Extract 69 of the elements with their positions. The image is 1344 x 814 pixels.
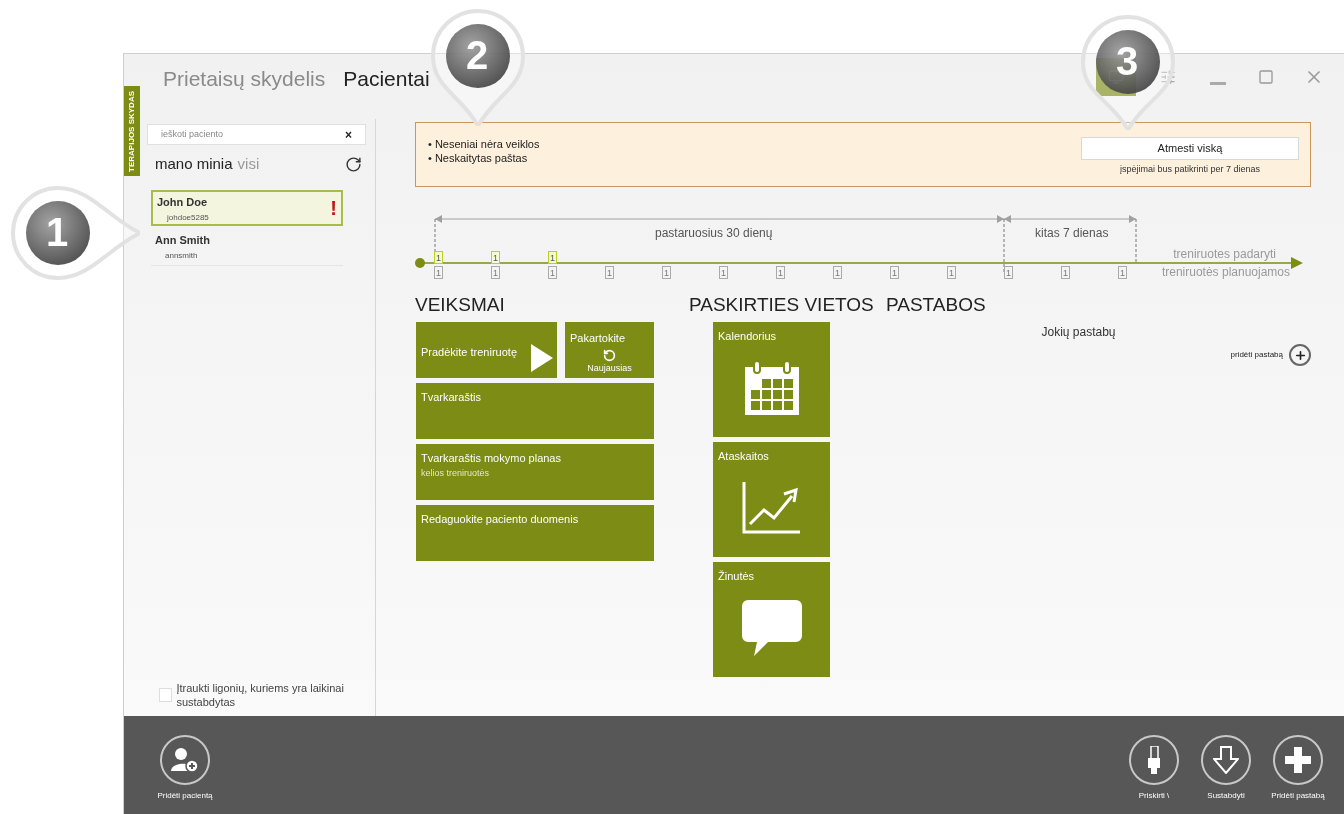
- speech-bubble-icon: [741, 599, 802, 656]
- maximize-icon: [1258, 69, 1274, 85]
- planned-count: 1: [491, 266, 500, 279]
- action-tile[interactable]: Redaguokite paciento duomenis: [416, 505, 654, 561]
- alert-item: • Neseniai nėra veiklos: [428, 137, 540, 151]
- app-bar-button[interactable]: Priskirti \: [1118, 735, 1190, 814]
- patient-name: John Doe: [157, 194, 208, 210]
- add-note-button[interactable]: [1289, 344, 1311, 366]
- done-count: 1: [548, 251, 557, 264]
- checkbox-label: Įtraukti ligonių, kuriems yra laikinai sustabdytas: [176, 681, 345, 709]
- refresh-icon[interactable]: [345, 155, 362, 173]
- minimize-icon: [1210, 81, 1226, 85]
- planned-count: 1: [833, 266, 842, 279]
- action-tile[interactable]: Pakartokite Naujausias: [565, 322, 654, 378]
- legend-label: treniruotės planuojamos: [1161, 264, 1290, 281]
- plus-icon: [1293, 348, 1307, 362]
- planned-count: 1: [1004, 266, 1013, 279]
- destination-tile[interactable]: Žinutės: [713, 562, 830, 677]
- action-tile[interactable]: Pradėkite treniruotę: [416, 322, 557, 378]
- add-note-label: pridėti pastabą: [1230, 349, 1283, 361]
- planned-count: 1: [662, 266, 671, 279]
- patient-item[interactable]: Ann Smith annsmith: [151, 229, 343, 266]
- alert-note: įspėjimai bus patikrinti per 7 dienas: [1119, 163, 1261, 176]
- planned-count: 1: [434, 266, 443, 279]
- settings-icon: [1160, 69, 1176, 85]
- down-arrow-icon: [1213, 746, 1239, 774]
- planned-count: 1: [1118, 266, 1127, 279]
- hand-card-icon: [1146, 746, 1162, 774]
- clear-search-button[interactable]: ×: [345, 128, 352, 141]
- add-user-icon: [171, 747, 199, 773]
- app-bar-button[interactable]: Pridėti pacientą: [149, 735, 221, 814]
- planned-count: 1: [947, 266, 956, 279]
- filter-tab[interactable]: mano minia: [155, 153, 233, 176]
- app-bar-button[interactable]: Sustabdyti: [1190, 735, 1262, 814]
- patient-item[interactable]: John Doe johdoe5285 !: [151, 189, 343, 226]
- action-tile[interactable]: Tvarkaraštis mokymo planas kelios treniruotės: [416, 444, 654, 500]
- app-bar-button[interactable]: Pridėti pastabą: [1262, 735, 1334, 814]
- alert-item: • Neskaitytas paštas: [428, 151, 529, 165]
- line-chart-icon: [741, 481, 802, 534]
- alert-mark: !: [330, 197, 337, 218]
- search-field[interactable]: ieškoti paciento ×: [147, 124, 366, 145]
- done-count: 1: [491, 251, 500, 264]
- period-label: kitas 7 dienas: [1035, 225, 1109, 242]
- checkbox[interactable]: [159, 688, 173, 702]
- planned-count: 1: [890, 266, 899, 279]
- patient-username: annsmith: [164, 250, 199, 262]
- dismiss-all-button[interactable]: Atmesti viską: [1081, 137, 1299, 160]
- planned-count: 1: [605, 266, 614, 279]
- section-heading: PASTABOS: [886, 293, 987, 317]
- legend-label: treniruotes padaryti: [1173, 246, 1276, 263]
- empty-notes-text: Jokių pastabų: [1041, 324, 1116, 341]
- section-heading: PASKIRTIES VIETOS: [689, 293, 875, 317]
- period-label: pastaruosius 30 dienų: [655, 225, 773, 242]
- side-tab[interactable]: TERAPIJOS SKYDAS: [124, 86, 140, 176]
- section-heading: VEIKSMAI: [415, 293, 506, 317]
- done-count: 1: [434, 251, 443, 264]
- undo-icon: [603, 348, 616, 362]
- patient-name: Ann Smith: [155, 232, 210, 248]
- destination-tile[interactable]: Kalendorius: [713, 322, 830, 437]
- planned-count: 1: [719, 266, 728, 279]
- patient-username: johdoe5285: [166, 212, 210, 224]
- planned-count: 1: [776, 266, 785, 279]
- planned-count: 1: [1061, 266, 1070, 279]
- action-tile[interactable]: Tvarkaraštis: [416, 383, 654, 439]
- plus-icon: [1285, 747, 1311, 773]
- planned-count: 1: [548, 266, 557, 279]
- nav-tab[interactable]: Pacientai: [343, 66, 430, 92]
- destination-tile[interactable]: Ataskaitos: [713, 442, 830, 557]
- play-icon: [531, 344, 553, 372]
